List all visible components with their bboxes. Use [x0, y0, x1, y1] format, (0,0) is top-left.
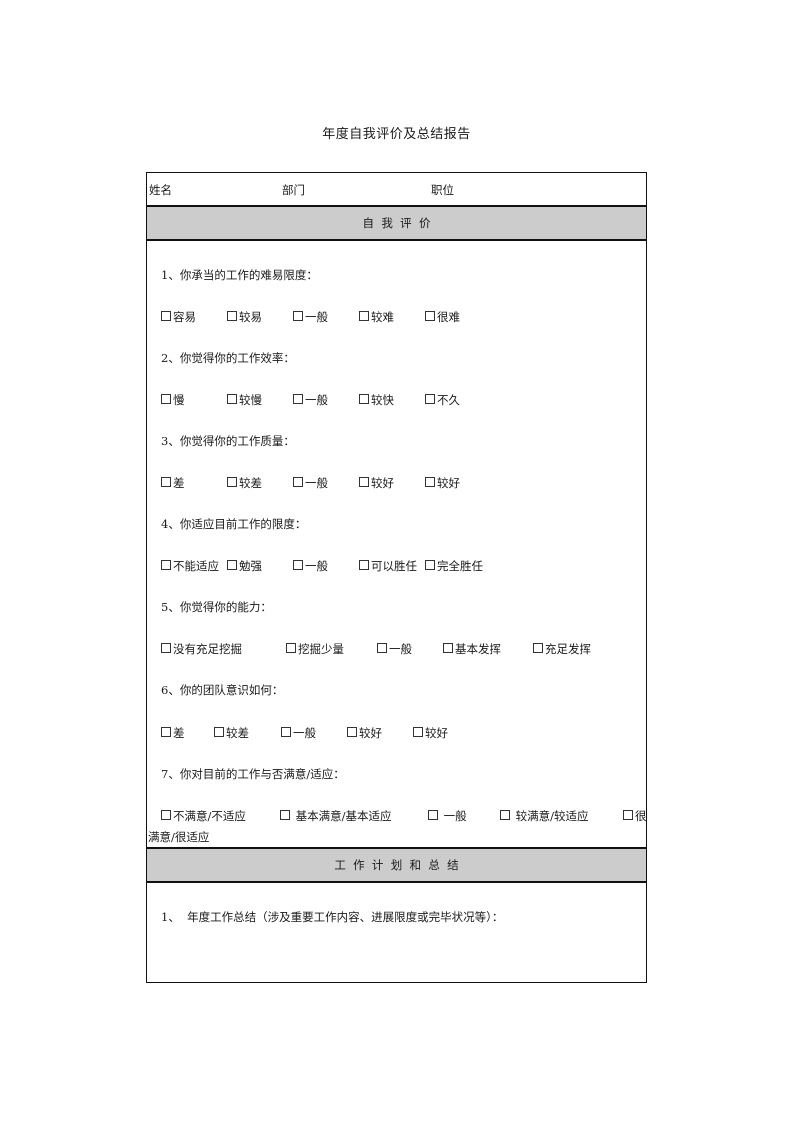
checkbox-icon[interactable] — [293, 311, 303, 321]
checkbox-icon[interactable] — [359, 394, 369, 404]
q4-option-3[interactable]: 一般 — [293, 558, 328, 574]
checkbox-icon[interactable] — [425, 311, 435, 321]
name-label: 姓名 — [149, 183, 172, 197]
question-7-label: 7、你对目前的工作与否满意/适应： — [161, 767, 345, 781]
q6-option-4[interactable]: 较好 — [347, 725, 382, 741]
checkbox-icon[interactable] — [227, 477, 237, 487]
question-4-label: 4、你适应目前工作的限度： — [161, 517, 307, 531]
employee-info-row: 姓名 部门 职位 — [147, 173, 646, 207]
q2-option-5[interactable]: 不久 — [425, 392, 460, 408]
q3-option-2[interactable]: 较差 — [227, 475, 262, 491]
section-header-self-evaluation: 自 我 评 价 — [147, 207, 646, 241]
q3-option-3[interactable]: 一般 — [293, 475, 328, 491]
q1-option-4[interactable]: 较难 — [359, 309, 394, 325]
checkbox-icon[interactable] — [425, 477, 435, 487]
checkbox-icon[interactable] — [293, 477, 303, 487]
checkbox-icon[interactable] — [161, 643, 171, 653]
self-evaluation-body: 1、你承当的工作的难易限度： 容易 较易 一般 较难 很难 2、你觉得你的工作效… — [147, 242, 647, 847]
checkbox-icon[interactable] — [161, 311, 171, 321]
q4-option-1[interactable]: 不能适应 — [161, 558, 219, 574]
q1-option-2[interactable]: 较易 — [227, 309, 262, 325]
q4-option-2[interactable]: 勉强 — [227, 558, 262, 574]
q1-option-5[interactable]: 很难 — [425, 309, 460, 325]
checkbox-icon[interactable] — [347, 727, 357, 737]
q4-option-5[interactable]: 完全胜任 — [425, 558, 483, 574]
checkbox-icon[interactable] — [443, 643, 453, 653]
annual-summary-area[interactable]: 1、 年度工作总结（涉及重要工作内容、进展限度或完毕状况等）： — [147, 884, 646, 982]
checkbox-icon[interactable] — [293, 394, 303, 404]
checkbox-icon[interactable] — [413, 727, 423, 737]
checkbox-icon[interactable] — [428, 810, 438, 820]
evaluation-form-table: 姓名 部门 职位 自 我 评 价 1、你承当的工作的难易限度： 容易 较易 一般… — [146, 172, 647, 983]
q5-option-3[interactable]: 一般 — [377, 641, 412, 657]
q5-option-2[interactable]: 挖掘少量 — [286, 641, 344, 657]
q6-option-5[interactable]: 较好 — [413, 725, 448, 741]
department-label: 部门 — [282, 183, 305, 197]
q7-option-5[interactable]: 很 — [623, 808, 647, 824]
checkbox-icon[interactable] — [161, 394, 171, 404]
checkbox-icon[interactable] — [280, 810, 290, 820]
checkbox-icon[interactable] — [377, 643, 387, 653]
checkbox-icon[interactable] — [359, 560, 369, 570]
checkbox-icon[interactable] — [227, 560, 237, 570]
q1-option-1[interactable]: 容易 — [161, 309, 196, 325]
checkbox-icon[interactable] — [425, 560, 435, 570]
position-label: 职位 — [431, 183, 454, 197]
checkbox-icon[interactable] — [359, 311, 369, 321]
q3-option-1[interactable]: 差 — [161, 475, 185, 491]
question-6-label: 6、你的团队意识如何： — [161, 683, 284, 697]
q3-option-4[interactable]: 较好 — [359, 475, 394, 491]
checkbox-icon[interactable] — [286, 643, 296, 653]
checkbox-icon[interactable] — [500, 810, 510, 820]
q7-option-2[interactable]: 基本满意/基本适应 — [280, 808, 392, 824]
q5-option-4[interactable]: 基本发挥 — [443, 641, 501, 657]
question-2-label: 2、你觉得你的工作效率： — [161, 351, 295, 365]
checkbox-icon[interactable] — [161, 477, 171, 487]
checkbox-icon[interactable] — [533, 643, 543, 653]
checkbox-icon[interactable] — [623, 810, 633, 820]
question-3-label: 3、你觉得你的工作质量： — [161, 434, 295, 448]
checkbox-icon[interactable] — [227, 394, 237, 404]
q2-option-3[interactable]: 一般 — [293, 392, 328, 408]
q6-option-1[interactable]: 差 — [161, 725, 185, 741]
q3-option-5[interactable]: 较好 — [425, 475, 460, 491]
q4-option-4[interactable]: 可以胜任 — [359, 558, 417, 574]
checkbox-icon[interactable] — [161, 727, 171, 737]
q7-option-5-continuation: 满意/很适应 — [148, 830, 210, 844]
question-1-label: 1、你承当的工作的难易限度： — [161, 268, 318, 282]
q7-option-3[interactable]: 一般 — [428, 808, 467, 824]
checkbox-icon[interactable] — [161, 810, 171, 820]
q5-option-1[interactable]: 没有充足挖掘 — [161, 641, 242, 657]
checkbox-icon[interactable] — [161, 560, 171, 570]
q2-option-1[interactable]: 慢 — [161, 392, 185, 408]
q1-option-3[interactable]: 一般 — [293, 309, 328, 325]
q6-option-3[interactable]: 一般 — [281, 725, 316, 741]
question-5-label: 5、你觉得你的能力： — [161, 600, 272, 614]
checkbox-icon[interactable] — [214, 727, 224, 737]
annual-summary-label: 1、 年度工作总结（涉及重要工作内容、进展限度或完毕状况等）： — [161, 910, 504, 924]
q7-option-1[interactable]: 不满意/不适应 — [161, 808, 246, 824]
section-header-work-plan-summary: 工 作 计 划 和 总 结 — [147, 847, 646, 883]
document-title: 年度自我评价及总结报告 — [322, 127, 471, 142]
q6-option-2[interactable]: 较差 — [214, 725, 249, 741]
q7-option-4[interactable]: 较满意/较适应 — [500, 808, 589, 824]
checkbox-icon[interactable] — [293, 560, 303, 570]
q2-option-4[interactable]: 较快 — [359, 392, 394, 408]
checkbox-icon[interactable] — [359, 477, 369, 487]
checkbox-icon[interactable] — [425, 394, 435, 404]
checkbox-icon[interactable] — [227, 311, 237, 321]
q2-option-2[interactable]: 较慢 — [227, 392, 262, 408]
checkbox-icon[interactable] — [281, 727, 291, 737]
q5-option-5[interactable]: 充足发挥 — [533, 641, 591, 657]
